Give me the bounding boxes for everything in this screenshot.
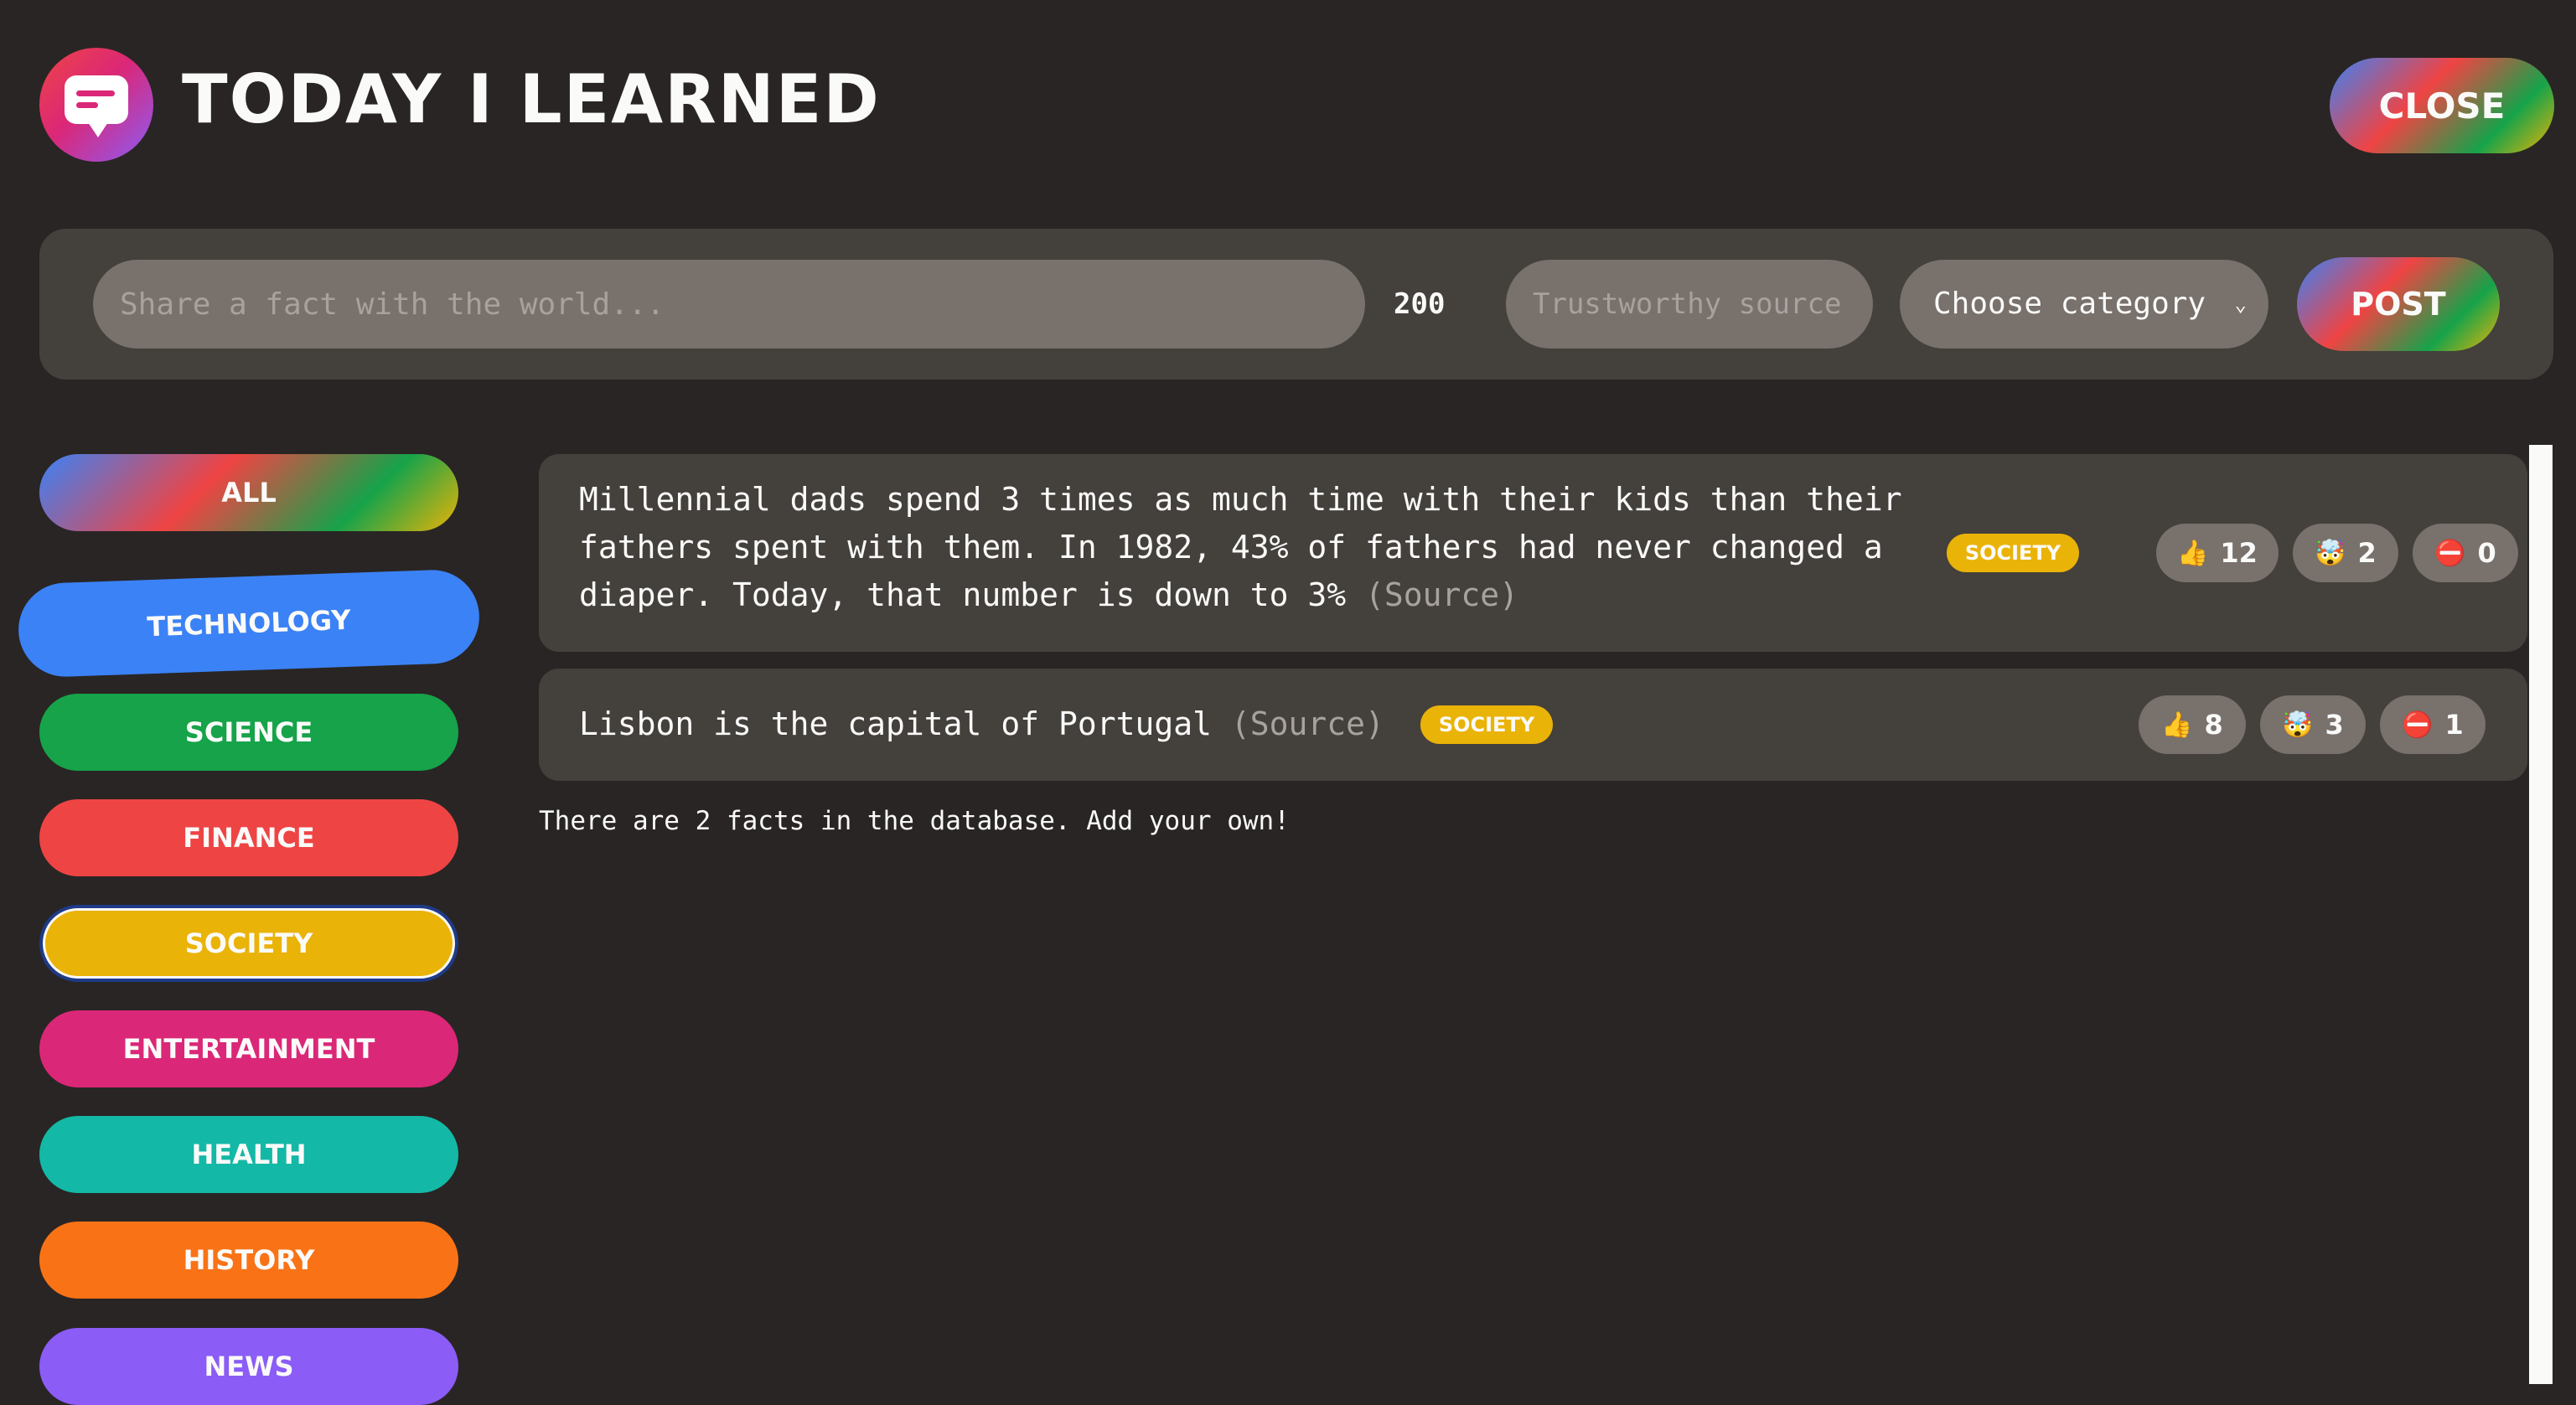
mind-blown-icon: 🤯 xyxy=(2282,710,2314,740)
fact-text: Millennial dads spend 3 times as much ti… xyxy=(579,476,1937,619)
app-header: Today I Learned Close xyxy=(39,48,2554,165)
fact-form: 200 Choose category ⌄ Post xyxy=(39,229,2553,380)
vote-mindblowing-button[interactable]: 🤯 2 xyxy=(2293,524,2398,582)
category-health-button[interactable]: Health xyxy=(39,1116,458,1193)
fact-item: Lisbon is the capital of Portugal (Sourc… xyxy=(539,669,2527,781)
category-society-button[interactable]: Society xyxy=(39,905,458,982)
category-select-value: Choose category xyxy=(1933,287,2206,321)
close-form-button[interactable]: Close xyxy=(2330,58,2554,153)
no-entry-icon: ⛔ xyxy=(2434,538,2466,568)
vote-interesting-button[interactable]: 👍 8 xyxy=(2139,695,2246,754)
vote-count: 1 xyxy=(2444,709,2464,741)
thumbs-up-icon: 👍 xyxy=(2177,538,2209,568)
thumbs-up-icon: 👍 xyxy=(2161,710,2193,740)
category-technology-button[interactable]: Technology xyxy=(17,568,481,679)
fact-item: Millennial dads spend 3 times as much ti… xyxy=(539,454,2527,652)
scrollbar[interactable] xyxy=(2529,445,2553,1384)
vote-false-button[interactable]: ⛔ 0 xyxy=(2413,524,2518,582)
vote-count: 2 xyxy=(2357,537,2377,569)
vote-interesting-button[interactable]: 👍 12 xyxy=(2156,524,2279,582)
fact-category-tag: Society xyxy=(1420,705,1553,744)
fact-source-link[interactable]: (Source) xyxy=(1365,576,1518,613)
fact-source-link[interactable]: (Source) xyxy=(1231,705,1384,742)
vote-count: 3 xyxy=(2325,709,2344,741)
vote-count: 12 xyxy=(2220,537,2258,569)
category-entertainment-button[interactable]: Entertainment xyxy=(39,1010,458,1087)
vote-mindblowing-button[interactable]: 🤯 3 xyxy=(2260,695,2366,754)
chat-bubble-logo-icon xyxy=(39,48,153,162)
category-select[interactable]: Choose category ⌄ xyxy=(1900,260,2268,349)
fact-text: Lisbon is the capital of Portugal (Sourc… xyxy=(579,700,1384,748)
vote-count: 0 xyxy=(2477,537,2496,569)
chevron-down-icon: ⌄ xyxy=(2234,292,2247,316)
vote-count: 8 xyxy=(2204,709,2223,741)
fact-category-tag: Society xyxy=(1947,534,2079,572)
char-count: 200 xyxy=(1394,287,1446,321)
category-history-button[interactable]: History xyxy=(39,1222,458,1299)
fact-body: Lisbon is the capital of Portugal xyxy=(579,705,1212,742)
category-finance-button[interactable]: Finance xyxy=(39,799,458,876)
post-button[interactable]: Post xyxy=(2297,257,2500,351)
source-input[interactable] xyxy=(1506,260,1873,349)
facts-count-message: There are 2 facts in the database. Add y… xyxy=(539,806,1290,836)
no-entry-icon: ⛔ xyxy=(2402,710,2434,740)
category-all-button[interactable]: All xyxy=(39,454,458,531)
app-title: Today I Learned xyxy=(182,60,881,138)
fact-body: Millennial dads spend 3 times as much ti… xyxy=(579,481,1902,613)
category-science-button[interactable]: Science xyxy=(39,694,458,771)
category-news-button[interactable]: News xyxy=(39,1328,458,1405)
fact-text-input[interactable] xyxy=(93,260,1365,349)
vote-false-button[interactable]: ⛔ 1 xyxy=(2380,695,2485,754)
mind-blown-icon: 🤯 xyxy=(2315,538,2346,568)
